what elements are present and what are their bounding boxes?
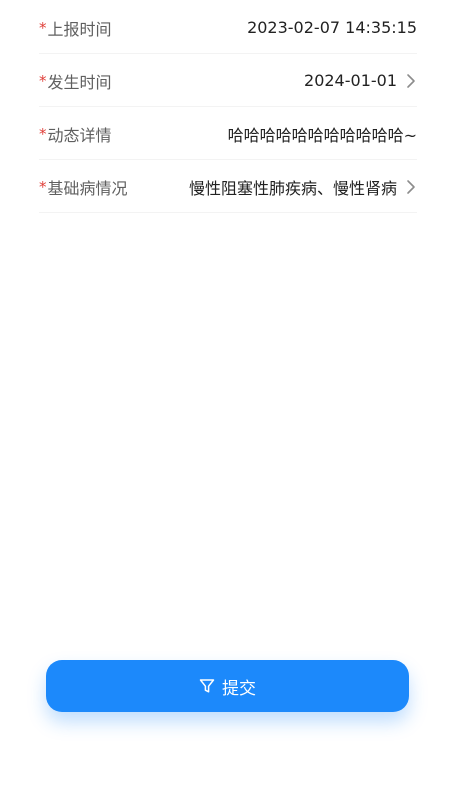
chevron-right-icon[interactable] [403,73,419,89]
occur-time-label: 发生时间 [47,72,112,92]
field-label: * 基础病情况 [39,175,128,199]
row-detail[interactable]: * 动态详情 哈哈哈哈哈哈哈哈哈哈哈~ [39,108,417,160]
required-mark: * [39,177,47,196]
row-underlying-disease[interactable]: * 基础病情况 慢性阻塞性肺疾病、慢性肾病 [39,161,417,213]
report-time-label: 上报时间 [47,19,112,39]
detail-label: 动态详情 [47,125,112,145]
detail-value[interactable]: 哈哈哈哈哈哈哈哈哈哈哈~ [112,122,417,146]
submit-label: 提交 [222,678,256,699]
required-mark: * [39,124,47,143]
submit-button[interactable]: 提交 [46,660,409,712]
field-label: * 上报时间 [39,16,112,40]
row-report-time: * 上报时间 2023-02-07 14:35:15 [39,2,417,54]
row-occur-time[interactable]: * 发生时间 2024-01-01 [39,55,417,107]
submit-area: 提交 [46,660,409,712]
required-mark: * [39,18,47,37]
occur-time-value[interactable]: 2024-01-01 [112,71,397,90]
chevron-right-icon[interactable] [403,179,419,195]
field-label: * 动态详情 [39,122,112,146]
report-time-value: 2023-02-07 14:35:15 [247,18,417,37]
field-label: * 发生时间 [39,69,112,93]
underlying-disease-value[interactable]: 慢性阻塞性肺疾病、慢性肾病 [128,175,397,199]
page: * 上报时间 2023-02-07 14:35:15 * 发生时间 2024-0… [0,0,456,811]
underlying-disease-label: 基础病情况 [47,178,128,198]
required-mark: * [39,71,47,90]
filter-icon [199,679,215,693]
report-form: * 上报时间 2023-02-07 14:35:15 * 发生时间 2024-0… [39,2,417,213]
